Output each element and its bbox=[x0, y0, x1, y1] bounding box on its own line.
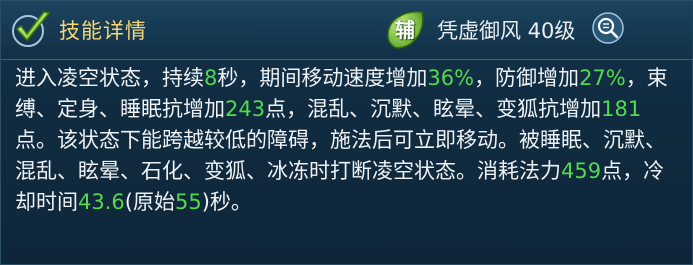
resist-bonus-value-1: 243 bbox=[225, 97, 266, 121]
desc-text: 进入凌空状态，持续 bbox=[15, 66, 204, 90]
panel-title: 技能详情 bbox=[59, 19, 147, 43]
base-cooldown-value: 55 bbox=[174, 190, 202, 214]
desc-text: 点，混乱、沉默、眩晕、变狐抗增加 bbox=[265, 97, 602, 121]
skill-description: 进入凌空状态，持续8秒，期间移动速度增加36%，防御增加27%，束缚、定身、睡眠… bbox=[15, 63, 683, 218]
resist-bonus-value-2: 181 bbox=[601, 97, 642, 121]
desc-text: 秒，期间移动速度增加 bbox=[217, 66, 428, 90]
skill-name-level: 凭虚御风 40级 bbox=[437, 19, 576, 43]
desc-text: ，防御增加 bbox=[474, 66, 580, 90]
cooldown-value: 43.6 bbox=[78, 190, 125, 214]
speed-bonus-value: 36% bbox=[427, 66, 475, 90]
desc-text: (原始 bbox=[124, 190, 175, 214]
defense-bonus-value: 27% bbox=[579, 66, 626, 90]
duration-value: 8 bbox=[204, 66, 218, 90]
skill-detail-panel: 技能详情 辅 凭虚御风 40级 进入凌空状态，持续8秒，期间移动速度增加36%，… bbox=[0, 0, 693, 265]
mana-cost-value: 459 bbox=[561, 159, 602, 183]
skill-type-badge: 辅 bbox=[395, 18, 415, 42]
desc-text: )秒。 bbox=[201, 190, 252, 214]
panel-header: 技能详情 辅 凭虚御风 40级 bbox=[1, 1, 693, 60]
checkmark-icon bbox=[12, 11, 51, 47]
magnifier-icon[interactable] bbox=[591, 11, 625, 45]
